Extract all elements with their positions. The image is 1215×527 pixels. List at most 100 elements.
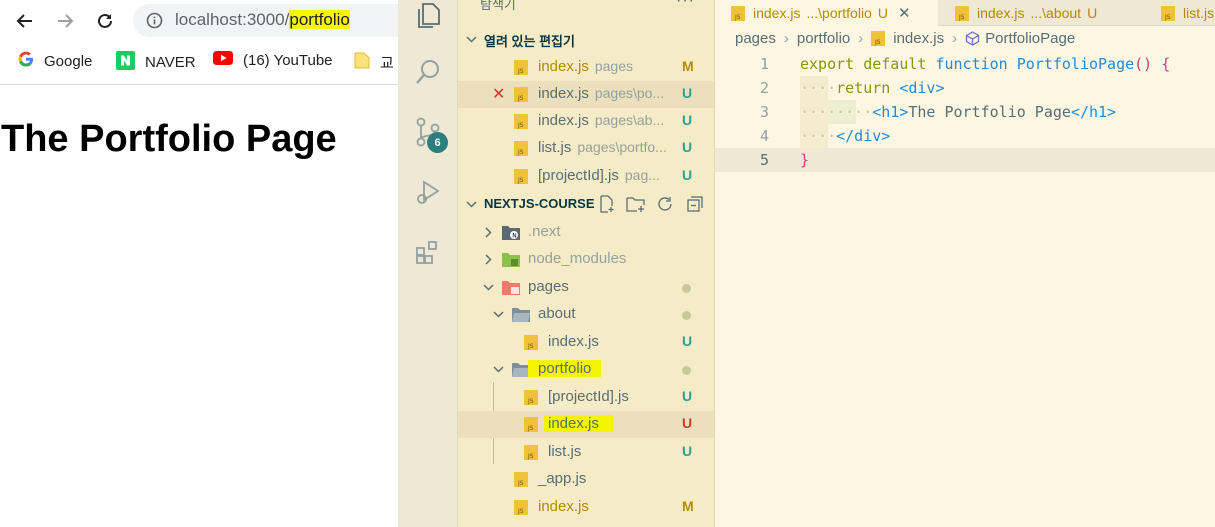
bookmark-folder[interactable]: 교 (354, 51, 394, 73)
tree-label: node_modules (528, 250, 627, 267)
pages-folder-icon (502, 281, 520, 295)
tree-item-next[interactable]: N .next (458, 219, 714, 246)
line-number: 4 (759, 127, 769, 145)
open-editors-header[interactable]: 열려 있는 편집기 (458, 26, 714, 53)
tree-item-portfolio-index[interactable]: JS index.js U (458, 411, 714, 438)
tab-label: index.js (753, 5, 801, 21)
source-control-badge: 6 (427, 132, 448, 153)
js-file-icon: JS (524, 417, 538, 432)
open-editors-title: 열려 있는 편집기 (484, 34, 575, 49)
new-folder-icon[interactable] (626, 195, 646, 213)
open-editor-item[interactable]: JS list.js pages\portfo... U (458, 135, 714, 162)
tree-item-pages[interactable]: pages (458, 274, 714, 301)
git-status: M (682, 498, 694, 514)
open-editor-item[interactable]: JS index.js pages\ab... U (458, 108, 714, 135)
folder-open-icon (512, 308, 530, 322)
info-icon[interactable] (146, 12, 163, 34)
collapse-all-icon[interactable] (686, 195, 704, 213)
code-editor[interactable]: 1 export default function PortfolioPage(… (715, 52, 1215, 527)
tab-status: U (1087, 5, 1098, 21)
browser-window: localhost:3000/portfolio Google NAVER (1… (0, 0, 398, 527)
tree-item-about-index[interactable]: JS index.js U (458, 329, 714, 356)
svg-text:N: N (512, 233, 517, 240)
js-file-icon: JS (514, 114, 528, 129)
breadcrumb-item[interactable]: pages (735, 30, 776, 47)
bookmark-youtube[interactable]: (16) YouTube (213, 51, 333, 69)
tree-item-list[interactable]: JS list.js U (458, 439, 714, 466)
project-header[interactable]: NEXTJS-COURSE (458, 191, 714, 218)
tab-about-index[interactable]: JS index.js ...\about U (955, 0, 1155, 26)
git-status: M (682, 58, 694, 74)
js-file-icon: JS (524, 445, 538, 460)
tree-item-portfolio[interactable]: portfolio (458, 356, 714, 383)
line-number: 3 (759, 103, 769, 121)
tree-item-node-modules[interactable]: node_modules (458, 246, 714, 273)
chevron-down-icon (466, 36, 477, 43)
breadcrumb-item[interactable]: index.js (893, 30, 944, 47)
tree-label: about (538, 305, 576, 322)
bookmark-naver[interactable]: NAVER (116, 51, 196, 74)
address-bar[interactable]: localhost:3000/portfolio (133, 4, 398, 37)
arrow-left-icon (16, 14, 32, 28)
toolbar-divider (0, 84, 398, 85)
close-icon[interactable]: ✕ (492, 84, 505, 104)
tree-item-app[interactable]: JS _app.js (458, 466, 714, 493)
editor-tabs: JS index.js ...\portfolio U ✕ JS index.j… (715, 0, 1215, 26)
vscode-window: 6 탐색기 ··· 열려 있는 편집기 JS index.js pages M ✕… (398, 0, 1215, 527)
open-editor-item[interactable]: ✕ JS index.js pages\po... U (458, 81, 714, 108)
more-actions-icon[interactable]: ··· (676, 0, 695, 10)
js-file-icon: JS (1161, 5, 1175, 21)
js-file-icon: JS (731, 5, 745, 21)
close-icon[interactable]: ✕ (898, 4, 911, 22)
open-editor-item[interactable]: JS [projectId].js pag... U (458, 163, 714, 190)
git-status: U (682, 85, 693, 101)
svg-text:JS: JS (517, 95, 524, 102)
breadcrumb-item[interactable]: PortfolioPage (985, 30, 1075, 47)
naver-icon (116, 51, 135, 74)
tab-portfolio-index[interactable]: JS index.js ...\portfolio U ✕ (715, 0, 938, 26)
open-editor-label: list.js pages\portfo... (538, 139, 667, 156)
arrow-right-icon (58, 14, 74, 28)
code-line: 4 ····</div> (715, 124, 1215, 148)
open-editor-item[interactable]: JS index.js pages M (458, 54, 714, 81)
tree-item-projectid[interactable]: JS [projectId].js U (458, 384, 714, 411)
chevron-right-icon: › (858, 30, 864, 47)
chevron-down-icon (493, 366, 504, 373)
tree-label: index.js (538, 498, 589, 515)
next-folder-icon: N (502, 226, 520, 240)
back-button[interactable] (12, 8, 38, 34)
code-text: ····return <div> (800, 79, 945, 97)
tree-label: index.js (548, 333, 599, 350)
line-number: 5 (759, 151, 769, 169)
explorer-icon[interactable] (412, 0, 444, 32)
svg-text:JS: JS (958, 14, 965, 21)
url-path: portfolio (289, 10, 350, 29)
new-file-icon[interactable] (598, 195, 616, 213)
tab-label: index.js (977, 5, 1025, 21)
url-text: localhost:3000/portfolio (175, 10, 350, 30)
url-host: localhost:3000/ (175, 10, 290, 29)
git-status: U (682, 443, 693, 459)
tree-item-root-index[interactable]: JS index.js M (458, 494, 714, 521)
tree-label: _app.js (538, 470, 587, 487)
tab-list[interactable]: JS list.js (1161, 0, 1215, 26)
open-editor-label: [projectId].js pag... (538, 167, 660, 184)
refresh-icon[interactable] (656, 195, 674, 213)
bookmark-google[interactable]: Google (18, 51, 92, 71)
extensions-icon[interactable] (412, 236, 444, 268)
js-file-icon: JS (524, 335, 538, 350)
svg-text:JS: JS (527, 398, 534, 405)
breadcrumb-item[interactable]: portfolio (797, 30, 850, 47)
code-text: ····</div> (800, 127, 891, 145)
js-file-icon: JS (871, 31, 886, 46)
code-text: ········<h1>The Portfolio Page</h1> (800, 103, 1117, 121)
reload-button[interactable] (92, 8, 118, 34)
tree-item-about[interactable]: about (458, 301, 714, 328)
search-icon[interactable] (412, 56, 444, 88)
run-debug-icon[interactable] (412, 176, 444, 208)
modified-dot (682, 366, 691, 375)
bookmarks-bar: Google NAVER (16) YouTube 교 (0, 46, 398, 76)
tree-label: .next (528, 223, 561, 240)
forward-button[interactable] (52, 8, 78, 34)
js-file-icon: JS (524, 390, 538, 405)
